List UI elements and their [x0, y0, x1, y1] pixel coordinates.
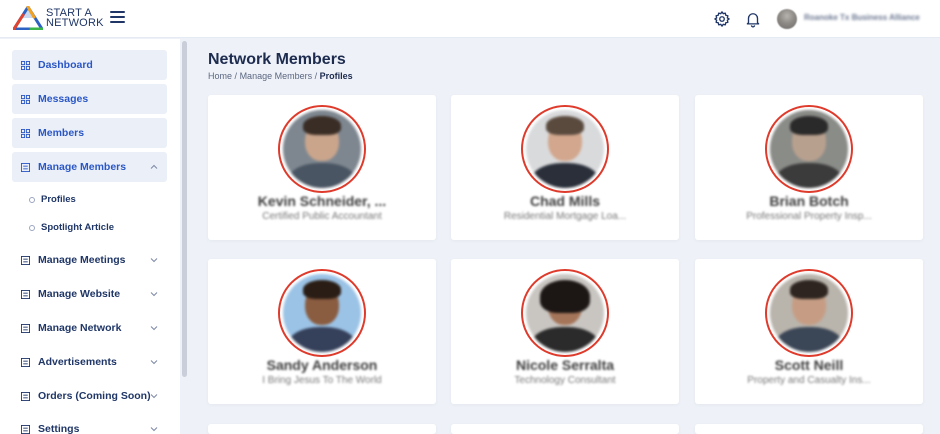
member-photo-image	[283, 274, 361, 352]
member-role: Certified Public Accountant	[262, 211, 382, 222]
member-photo-image	[526, 110, 604, 188]
sidebar-item-manage-website[interactable]: Manage Website	[12, 279, 167, 309]
sidebar-item-label: Messages	[38, 93, 89, 105]
breadcrumb-manage-members[interactable]: Manage Members	[240, 71, 313, 81]
chevron-down-icon	[150, 427, 158, 432]
breadcrumb: Home / Manage Members / Profiles	[208, 71, 353, 81]
chevron-down-icon	[150, 394, 158, 399]
sidebar-item-label: Orders (Coming Soon)	[38, 390, 151, 402]
member-card[interactable]: Brian Botch Professional Property Insp..…	[695, 95, 923, 240]
logo-mark-icon	[13, 6, 43, 30]
breadcrumb-current: Profiles	[319, 71, 353, 81]
member-card[interactable]	[695, 424, 923, 434]
sidebar-subitem-spotlight-article[interactable]: Spotlight Article	[38, 222, 114, 233]
member-photo	[278, 269, 366, 357]
sidebar-item-label: Members	[38, 127, 85, 139]
sidebar-subitem-label: Spotlight Article	[41, 222, 115, 233]
sidebar-item-label: Dashboard	[38, 59, 93, 71]
member-name: Brian Botch	[769, 193, 849, 209]
user-avatar[interactable]	[777, 9, 797, 29]
top-header: START A NETWORK Roanoke Tx Business Alli…	[0, 0, 940, 38]
chevron-down-icon	[150, 258, 158, 263]
chevron-down-icon	[150, 292, 158, 297]
chevron-down-icon	[150, 360, 158, 365]
logo-text: START A NETWORK	[46, 8, 104, 29]
bell-icon[interactable]	[744, 10, 762, 28]
sidebar-item-label: Advertisements	[38, 356, 117, 368]
sidebar-item-manage-members[interactable]: Manage Members	[12, 152, 167, 182]
list-icon	[21, 323, 30, 333]
member-card[interactable]: Chad Mills Residential Mortgage Loa...	[451, 95, 679, 240]
chevron-up-icon	[150, 164, 158, 169]
member-photo-image	[283, 110, 361, 188]
sidebar-subitem-label: Profiles	[41, 194, 76, 205]
sidebar-subitem-profiles[interactable]: Profiles	[38, 194, 76, 205]
member-photo	[521, 269, 609, 357]
list-icon	[21, 162, 30, 172]
sidebar-item-label: Settings	[38, 423, 80, 434]
list-icon	[21, 255, 30, 265]
member-role: Residential Mortgage Loa...	[503, 211, 627, 222]
member-photo	[765, 105, 853, 193]
sidebar-item-members[interactable]: Members	[12, 118, 167, 148]
sidebar-item-manage-meetings[interactable]: Manage Meetings	[12, 245, 167, 275]
member-card[interactable]: Scott Neill Property and Casualty Ins...	[695, 259, 923, 404]
member-role: I Bring Jesus To The World	[262, 375, 382, 386]
member-card[interactable]: Sandy Anderson I Bring Jesus To The Worl…	[208, 259, 436, 404]
breadcrumb-separator: /	[314, 71, 318, 81]
member-photo-image	[770, 274, 848, 352]
org-name[interactable]: Roanoke Tx Business Alliance	[804, 13, 920, 22]
sidebar-item-label: Manage Network	[38, 322, 122, 334]
logo[interactable]: START A NETWORK	[13, 6, 104, 30]
member-photo-image	[526, 274, 604, 352]
sidebar-item-orders[interactable]: Orders (Coming Soon)	[12, 381, 167, 411]
sidebar-item-messages[interactable]: Messages	[12, 84, 167, 114]
list-icon	[21, 357, 30, 367]
sidebar-item-label: Manage Meetings	[38, 254, 126, 266]
member-photo	[278, 105, 366, 193]
chevron-down-icon	[150, 326, 158, 331]
grid-icon	[21, 94, 30, 104]
sidebar-item-settings[interactable]: Settings	[12, 414, 167, 434]
list-icon	[21, 391, 30, 401]
list-icon	[21, 424, 30, 434]
sidebar-item-label: Manage Members	[38, 161, 127, 173]
sidebar-item-dashboard[interactable]: Dashboard	[12, 50, 167, 80]
member-role: Professional Property Insp...	[746, 211, 872, 222]
sidebar: Dashboard Messages Members Manage Member…	[0, 39, 180, 434]
breadcrumb-separator: /	[234, 71, 238, 81]
member-name: Kevin Schneider, ...	[257, 193, 387, 209]
member-card[interactable]: Kevin Schneider, ... Certified Public Ac…	[208, 95, 436, 240]
page-title: Network Members	[208, 51, 346, 68]
member-name: Chad Mills	[529, 193, 600, 209]
member-role: Property and Casualty Ins...	[747, 375, 871, 386]
member-photo	[765, 269, 853, 357]
member-photo-image	[770, 110, 848, 188]
breadcrumb-home[interactable]: Home	[208, 71, 232, 81]
member-name: Nicole Serralta	[515, 357, 615, 373]
sidebar-scrollbar[interactable]	[182, 41, 187, 377]
member-name: Sandy Anderson	[266, 357, 378, 373]
sidebar-item-label: Manage Website	[38, 288, 121, 300]
sidebar-item-manage-network[interactable]: Manage Network	[12, 313, 167, 343]
logo-line-2: NETWORK	[46, 17, 104, 29]
sidebar-item-advertisements[interactable]: Advertisements	[12, 347, 167, 377]
member-photo	[521, 105, 609, 193]
member-card[interactable]	[451, 424, 679, 434]
menu-toggle-icon[interactable]	[110, 11, 125, 23]
gear-icon[interactable]	[713, 10, 731, 28]
member-card[interactable]	[208, 424, 436, 434]
grid-icon	[21, 128, 30, 138]
grid-icon	[21, 60, 30, 70]
member-card[interactable]: Nicole Serralta Technology Consultant	[451, 259, 679, 404]
list-icon	[21, 289, 30, 299]
member-role: Technology Consultant	[514, 375, 616, 386]
member-name: Scott Neill	[774, 357, 844, 373]
